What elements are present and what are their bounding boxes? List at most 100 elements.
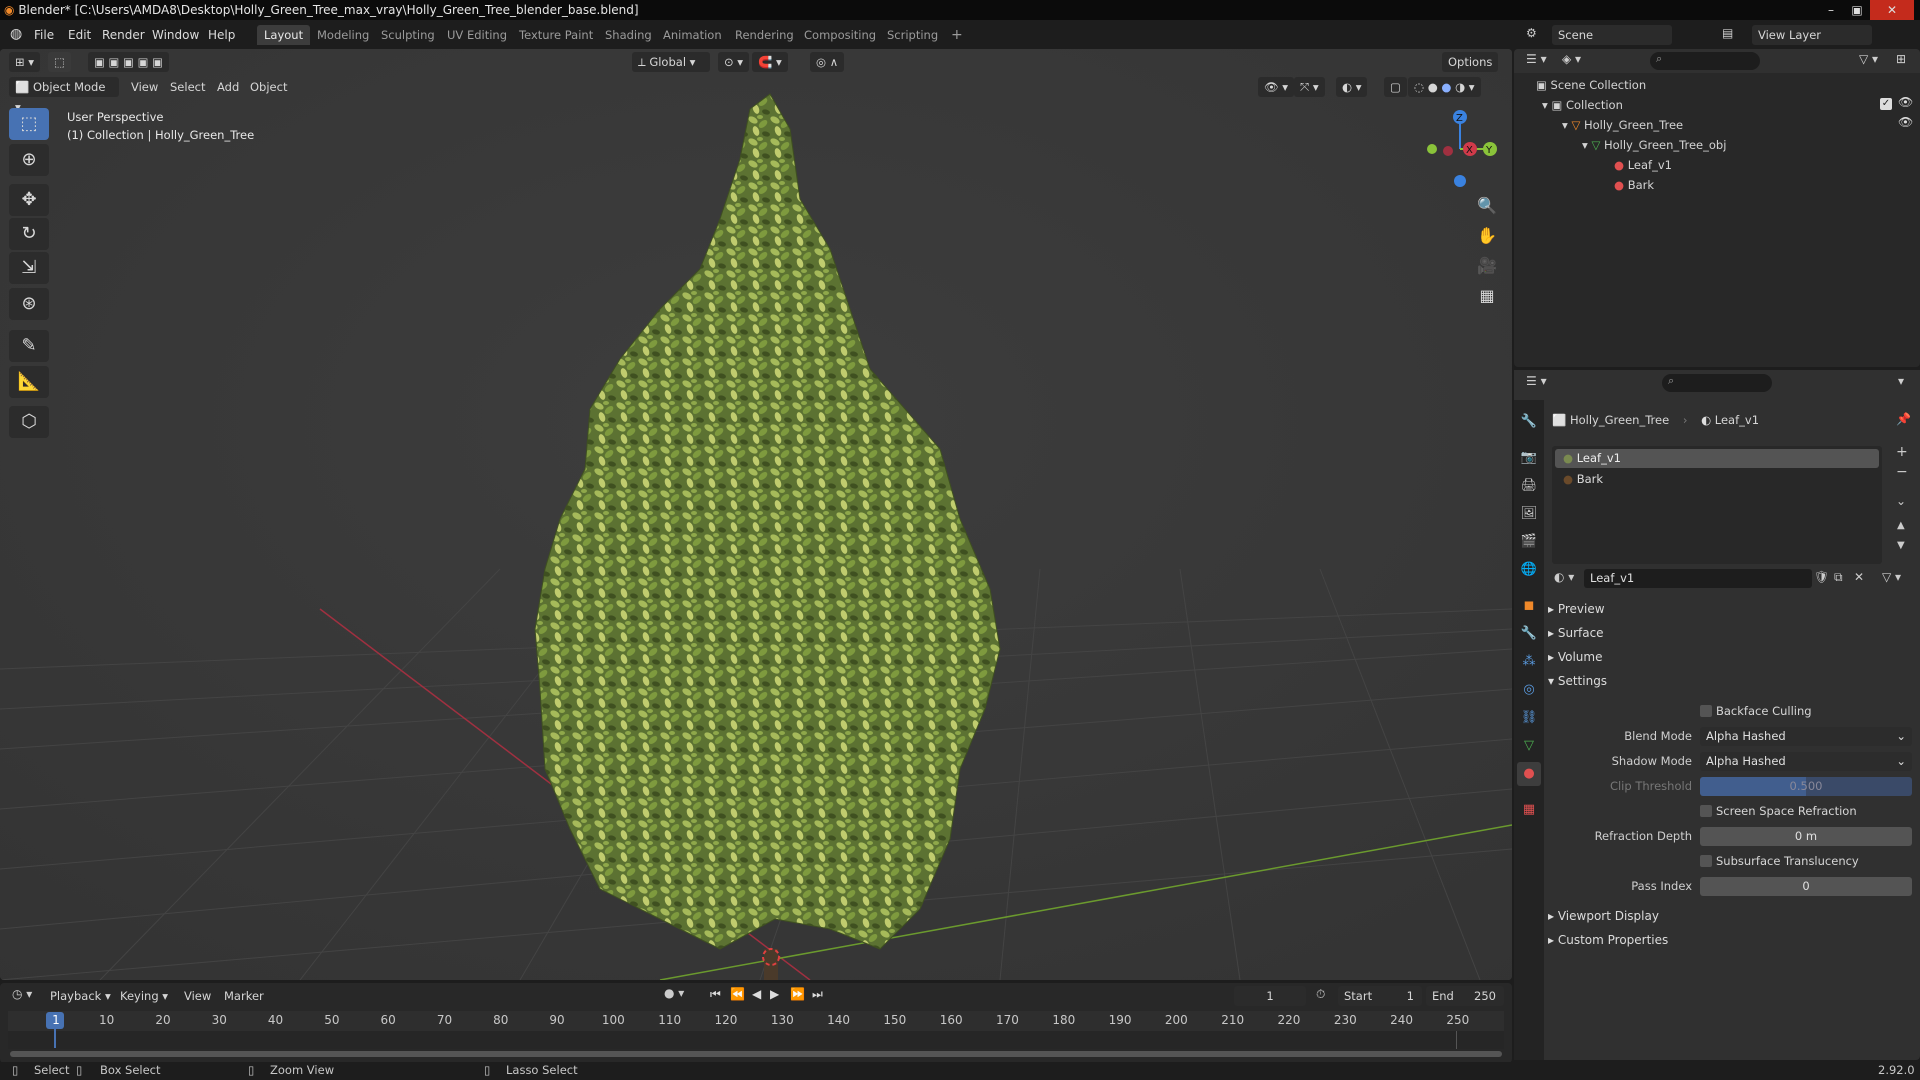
viewport-display-panel-header[interactable]: ▸ Viewport Display (1548, 905, 1910, 927)
constraints-tab-icon[interactable]: ⛓ (1517, 706, 1541, 730)
menu-select[interactable]: Select (170, 77, 205, 97)
3d-viewport[interactable] (0, 49, 1512, 980)
display-mode-icon[interactable]: ◈ ▾ (1562, 52, 1581, 66)
material-browse-icon[interactable]: ◐ ▾ (1554, 570, 1574, 584)
move-slot-down-icon[interactable]: ▼ (1897, 540, 1905, 551)
tab-sculpting[interactable]: Sculpting (374, 25, 442, 45)
outliner-row-scene-collection[interactable]: ▣ Scene Collection (1536, 75, 1646, 95)
camera-view-icon[interactable]: 🎥 (1473, 252, 1501, 280)
outliner-search-input[interactable]: ⌕ (1650, 52, 1760, 70)
start-frame-field[interactable]: Start 1 (1338, 986, 1422, 1006)
timeline-scrollbar[interactable] (10, 1051, 1502, 1057)
proportional-editing-icon[interactable]: ◎ ∧ (810, 52, 845, 72)
selection-mode-group[interactable]: ▣ ▣ ▣ ▣ ▣ (88, 52, 169, 72)
texture-tab-icon[interactable]: ▦ (1517, 798, 1541, 822)
properties-search-input[interactable]: ⌕ (1662, 374, 1772, 392)
scale-tool-icon[interactable]: ⇲ (9, 252, 49, 284)
data-tab-icon[interactable]: ▽ (1517, 734, 1541, 758)
refraction-depth-field[interactable]: 0 m (1700, 827, 1912, 846)
collection-visibility-icon[interactable]: 👁 (1898, 95, 1913, 109)
menu-file[interactable]: File (28, 25, 60, 45)
blend-mode-select[interactable]: Alpha Hashed ⌄ (1700, 727, 1912, 746)
playback-menu[interactable]: Playback ▾ (50, 986, 111, 1006)
options-button[interactable]: Options (1442, 52, 1499, 72)
tab-rendering[interactable]: Rendering (728, 25, 801, 45)
subsurface-translucency-checkbox[interactable] (1700, 855, 1712, 867)
menu-add[interactable]: Add (217, 77, 239, 97)
tab-animation[interactable]: Animation (656, 25, 729, 45)
surface-panel-header[interactable]: ▸ Surface (1548, 622, 1910, 644)
output-tab-icon[interactable]: 🖨 (1517, 474, 1541, 498)
material-slot-leaf[interactable]: ● Leaf_v1 (1555, 449, 1879, 468)
particles-tab-icon[interactable]: ⁂ (1517, 650, 1541, 674)
play-reverse-icon[interactable]: ◀ (752, 987, 761, 1001)
collection-checkbox[interactable]: ✓ (1880, 98, 1892, 110)
volume-panel-header[interactable]: ▸ Volume (1548, 646, 1910, 668)
auto-keying-icon[interactable]: ● ▾ (664, 986, 684, 1000)
menu-object[interactable]: Object (250, 77, 287, 97)
outliner-row-collection[interactable]: ▾ ▣ Collection (1542, 95, 1623, 115)
minimize-button[interactable]: – (1818, 0, 1844, 20)
jump-end-icon[interactable]: ⏭ (812, 987, 823, 1002)
marker-menu[interactable]: Marker (224, 986, 264, 1006)
outliner-row-holly-green-tree[interactable]: ▾ ▽ Holly_Green_Tree (1562, 115, 1683, 135)
outliner-row-bark-material[interactable]: ● Bark (1614, 175, 1654, 195)
properties-editor-type-icon[interactable]: ☰ ▾ (1526, 374, 1547, 388)
add-workspace-button[interactable]: + (944, 25, 970, 45)
maximize-button[interactable]: ▣ (1844, 0, 1870, 20)
pan-hand-icon[interactable]: ✋ (1473, 222, 1501, 250)
tab-shading[interactable]: Shading (598, 25, 659, 45)
jump-start-icon[interactable]: ⏮ (710, 987, 721, 1002)
end-frame-field[interactable]: End 250 (1426, 986, 1504, 1006)
snap-icon[interactable]: 🧲 ▾ (752, 52, 788, 72)
modifier-tab-icon[interactable]: 🔧 (1517, 622, 1541, 646)
material-name-field[interactable]: Leaf_v1 (1584, 569, 1812, 588)
tab-compositing[interactable]: Compositing (797, 25, 883, 45)
jump-keyframe-forward-icon[interactable]: ⏩ (790, 987, 805, 1001)
rotate-tool-icon[interactable]: ↻ (9, 218, 49, 250)
jump-keyframe-back-icon[interactable]: ⏪ (730, 987, 745, 1001)
slot-specials-icon[interactable]: ⌄ (1896, 494, 1906, 508)
scene-icon[interactable]: ⚙ (1526, 26, 1537, 40)
shading-modes[interactable]: ◌ ● ● ◑ ▾ (1408, 77, 1481, 97)
cursor-tool-icon[interactable]: ⊕ (9, 144, 49, 176)
physics-tab-icon[interactable]: ◎ (1517, 678, 1541, 702)
tab-scripting[interactable]: Scripting (880, 25, 945, 45)
pivot-point-icon[interactable]: ⊙ ▾ (718, 52, 750, 72)
filter-icon[interactable]: ▽ ▾ (1859, 52, 1878, 66)
view-layer-tab-icon[interactable]: 🖼 (1517, 502, 1541, 526)
gizmo-toggle-icon[interactable]: ⤧ ▾ (1294, 77, 1325, 97)
menu-render[interactable]: Render (96, 25, 151, 45)
tool-settings-tab-icon[interactable]: 🔧 (1517, 410, 1541, 434)
settings-panel-header[interactable]: ▾ Settings (1548, 670, 1910, 692)
transform-tool-icon[interactable]: ⊛ (9, 288, 49, 320)
annotate-tool-icon[interactable]: ✎ (9, 330, 49, 362)
add-slot-button[interactable]: + (1896, 444, 1908, 460)
visibility-icon[interactable]: 👁 ▾ (1258, 77, 1295, 97)
navigation-gizmo[interactable]: Z X Y (1418, 105, 1508, 195)
pin-icon[interactable]: 📌 (1896, 412, 1911, 426)
editor-type-button[interactable]: ⊞ ▾ (9, 52, 41, 72)
view-layer-icon[interactable]: ▤ (1722, 26, 1733, 40)
tab-texture-paint[interactable]: Texture Paint (512, 25, 600, 45)
unlink-material-icon[interactable]: ✕ (1854, 570, 1864, 584)
scene-selector[interactable]: Scene (1552, 25, 1672, 45)
select-tool-icon[interactable]: ⬚ (48, 52, 71, 72)
fake-user-icon[interactable]: 🛡 (1814, 570, 1829, 584)
tab-modeling[interactable]: Modeling (310, 25, 376, 45)
tab-layout[interactable]: Layout (257, 25, 311, 45)
object-visibility-icon[interactable]: 👁 (1898, 115, 1913, 129)
view-layer-selector[interactable]: View Layer (1752, 25, 1872, 45)
render-tab-icon[interactable]: 📷 (1517, 446, 1541, 470)
xray-toggle-icon[interactable]: ▢ (1384, 77, 1407, 97)
menu-window[interactable]: Window (146, 25, 205, 45)
play-icon[interactable]: ▶ (770, 987, 779, 1001)
menu-help[interactable]: Help (202, 25, 241, 45)
link-mode-icon[interactable]: ▽ ▾ (1882, 570, 1901, 584)
timeline-editor-type-icon[interactable]: ◷ ▾ (12, 987, 32, 1001)
shadow-mode-select[interactable]: Alpha Hashed ⌄ (1700, 752, 1912, 771)
select-box-tool-icon[interactable]: ⬚ (9, 108, 49, 140)
duplicate-material-icon[interactable]: ⧉ (1834, 570, 1843, 585)
overlay-toggle-icon[interactable]: ◐ ▾ (1336, 77, 1368, 97)
remove-slot-button[interactable]: − (1896, 464, 1908, 480)
